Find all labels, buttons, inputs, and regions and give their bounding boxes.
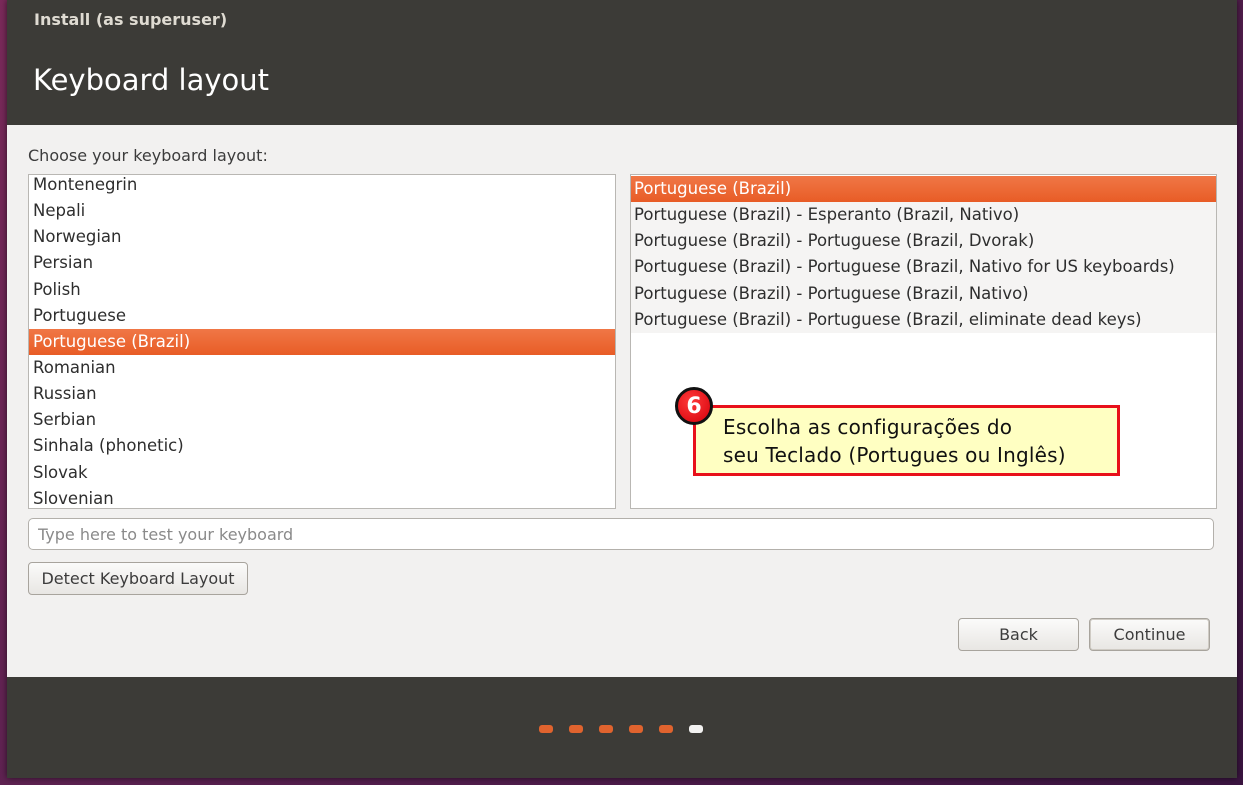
title-bar: Install (as superuser) Keyboard layout <box>7 0 1237 125</box>
layout-list-item[interactable]: Russian <box>29 381 615 407</box>
variant-list-item[interactable]: Portuguese (Brazil) - Portuguese (Brazil… <box>631 228 1216 255</box>
installer-footer <box>7 677 1237 778</box>
layout-list-item[interactable]: Portuguese <box>29 303 615 329</box>
progress-dot <box>599 725 613 733</box>
progress-dot <box>659 725 673 733</box>
progress-dot <box>539 725 553 733</box>
progress-dot <box>629 725 643 733</box>
variant-list-item[interactable]: Portuguese (Brazil) - Esperanto (Brazil,… <box>631 202 1216 229</box>
layout-list-item[interactable]: Romanian <box>29 355 615 381</box>
window-title: Install (as superuser) <box>34 10 228 29</box>
layout-prompt-label: Choose your keyboard layout: <box>28 146 268 165</box>
keyboard-test-input[interactable] <box>28 518 1214 550</box>
back-button[interactable]: Back <box>958 618 1079 651</box>
progress-indicator <box>539 725 703 733</box>
layout-list-item[interactable]: Portuguese (Brazil) <box>29 328 615 355</box>
layout-list-item[interactable]: Montenegrin <box>29 175 615 198</box>
page-heading: Keyboard layout <box>33 63 270 97</box>
layout-list-item[interactable]: Nepali <box>29 198 615 224</box>
progress-dot <box>569 725 583 733</box>
variant-list-items: Portuguese (Brazil) Portuguese (Brazil) -… <box>631 176 1216 333</box>
layout-list-item[interactable]: Polish <box>29 277 615 303</box>
layout-list[interactable]: Montenegrin Nepali Norwegian Persian Polish P… <box>28 174 616 509</box>
layout-list-items: Montenegrin Nepali Norwegian Persian Polish P… <box>29 175 615 508</box>
layout-list-item[interactable]: Slovak <box>29 460 615 486</box>
annotation-callout: Escolha as configurações do seu Teclado … <box>693 405 1120 476</box>
annotation-line-1: Escolha as configurações do <box>723 415 1013 439</box>
layout-list-item[interactable]: Slovenian <box>29 486 615 508</box>
layout-list-item[interactable]: Norwegian <box>29 224 615 250</box>
variant-list-item[interactable]: Portuguese (Brazil) - Portuguese (Brazil… <box>631 280 1216 307</box>
variant-list-item[interactable]: Portuguese (Brazil) <box>631 176 1216 203</box>
continue-button[interactable]: Continue <box>1089 618 1210 651</box>
annotation-line-2: seu Teclado (Portugues ou Inglês) <box>723 443 1066 467</box>
installer-window: Install (as superuser) Keyboard layout C… <box>7 0 1237 778</box>
annotation-step-badge: 6 <box>675 387 713 425</box>
detect-layout-button[interactable]: Detect Keyboard Layout <box>28 562 248 595</box>
layout-list-item[interactable]: Persian <box>29 250 615 276</box>
layout-list-item[interactable]: Sinhala (phonetic) <box>29 433 615 459</box>
variant-list-item[interactable]: Portuguese (Brazil) - Portuguese (Brazil… <box>631 254 1216 281</box>
variant-list-item[interactable]: Portuguese (Brazil) - Portuguese (Brazil… <box>631 306 1216 333</box>
progress-dot <box>689 725 703 733</box>
layout-list-item[interactable]: Serbian <box>29 407 615 433</box>
